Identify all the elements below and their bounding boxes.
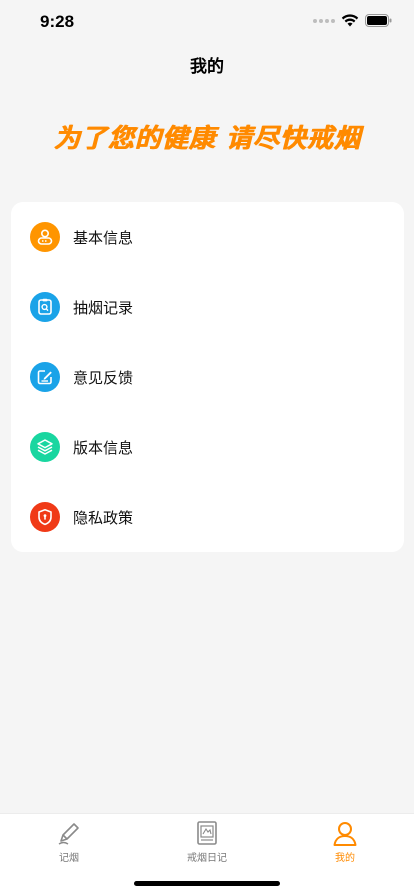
status-bar: 9:28 xyxy=(0,0,414,44)
tab-label-record-smoke: 记烟 xyxy=(59,853,79,864)
menu-label-smoking-record: 抽烟记录 xyxy=(73,298,134,317)
menu-item-basic-info[interactable]: 基本信息 xyxy=(11,202,404,272)
menu-item-privacy-policy[interactable]: 隐私政策 xyxy=(11,482,404,552)
layers-icon xyxy=(30,432,60,462)
home-indicator xyxy=(134,881,280,886)
tab-record-smoke[interactable]: 记烟 xyxy=(0,814,138,864)
signal-icon xyxy=(313,18,335,23)
tab-label-mine: 我的 xyxy=(335,853,355,864)
person-icon xyxy=(333,822,357,846)
menu-item-smoking-record[interactable]: 抽烟记录 xyxy=(11,272,404,342)
menu-label-privacy-policy: 隐私政策 xyxy=(73,508,134,527)
slogan-banner: 为了您的健康 请尽快戒烟 xyxy=(53,124,361,154)
tab-quit-diary[interactable]: 戒烟日记 xyxy=(138,814,276,864)
menu-item-version-info[interactable]: 版本信息 xyxy=(11,412,404,482)
menu-label-feedback: 意见反馈 xyxy=(73,368,134,387)
pen-icon xyxy=(58,823,79,845)
record-search-icon xyxy=(30,292,60,322)
battery-icon xyxy=(365,14,392,27)
feedback-edit-icon xyxy=(30,362,60,392)
user-info-icon xyxy=(30,222,60,252)
menu-item-feedback[interactable]: 意见反馈 xyxy=(11,342,404,412)
menu-card: 基本信息 抽烟记录 意见反馈 版本信息 隐私政策 xyxy=(11,202,404,552)
tab-label-quit-diary: 戒烟日记 xyxy=(187,853,227,864)
diary-icon xyxy=(197,821,217,845)
page-title: 我的 xyxy=(190,57,224,77)
shield-icon xyxy=(30,502,60,532)
status-time: 9:28 xyxy=(40,12,75,31)
wifi-icon xyxy=(341,14,359,27)
menu-label-version-info: 版本信息 xyxy=(73,438,134,457)
tab-mine[interactable]: 我的 xyxy=(276,814,414,864)
menu-label-basic-info: 基本信息 xyxy=(73,228,134,247)
status-icons xyxy=(313,14,392,27)
